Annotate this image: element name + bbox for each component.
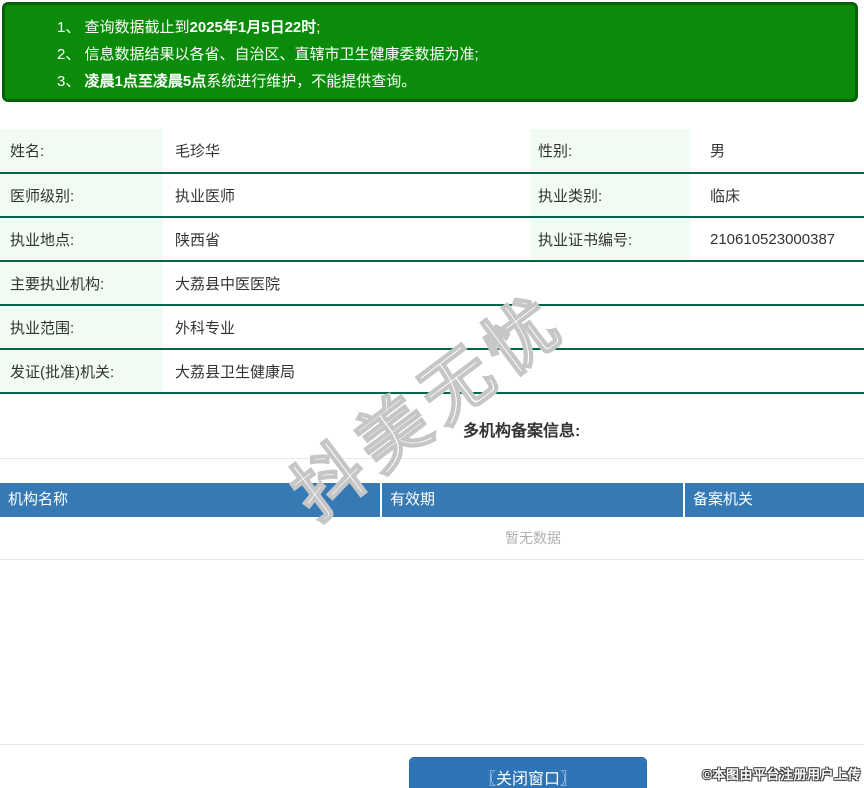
notice-line-1-suffix: ; <box>316 19 321 36</box>
records-empty-row: 暂无数据 <box>0 517 864 560</box>
table-row: 发证(批准)机关: 大荔县卫生健康局 <box>0 349 864 394</box>
certificate-number-value: 210610523000387 <box>690 217 864 262</box>
close-window-button[interactable]: 〖关闭窗口〗 <box>409 757 647 788</box>
name-label: 姓名: <box>0 129 163 174</box>
gender-value: 男 <box>690 129 864 174</box>
name-value: 毛珍华 <box>163 129 530 174</box>
issuing-authority-label: 发证(批准)机关: <box>0 349 163 394</box>
table-row: 医师级别: 执业医师 执业类别: 临床 <box>0 173 864 218</box>
notice-line-3-text: 3、 <box>57 73 85 90</box>
notice-line-3-suffix: 系统进行维护，不能提供查询。 <box>206 73 417 90</box>
column-header-filing-authority: 备案机关 <box>683 483 862 517</box>
notice-line-2: 2、 信息数据结果以各省、自治区、直辖市卫生健康委数据为准; <box>57 41 845 68</box>
practice-category-value: 临床 <box>690 173 864 218</box>
doctor-level-value: 执业医师 <box>163 173 530 218</box>
table-row: 姓名: 毛珍华 性别: 男 <box>0 129 864 174</box>
empty-data-text: 暂无数据 <box>505 530 561 546</box>
notice-line-3-bold: 凌晨1点至凌晨5点 <box>84 73 207 90</box>
practice-scope-label: 执业范围: <box>0 305 163 350</box>
table-row: 执业范围: 外科专业 <box>0 305 864 350</box>
footer-divider <box>0 744 864 745</box>
practice-scope-value: 外科专业 <box>163 305 864 350</box>
notice-line-3: 3、 凌晨1点至凌晨5点系统进行维护，不能提供查询。 <box>57 68 845 95</box>
notice-line-1-text: 1、 查询数据截止到 <box>57 19 190 36</box>
certificate-number-label: 执业证书编号: <box>530 217 690 262</box>
issuing-authority-value: 大荔县卫生健康局 <box>163 349 864 394</box>
table-row: 主要执业机构: 大荔县中医医院 <box>0 261 864 306</box>
gender-label: 性别: <box>530 129 690 174</box>
main-institution-value: 大荔县中医医院 <box>163 261 864 306</box>
main-institution-label: 主要执业机构: <box>0 261 163 306</box>
table-row: 执业地点: 陕西省 执业证书编号: 210610523000387 <box>0 217 864 262</box>
practice-location-label: 执业地点: <box>0 217 163 262</box>
notice-banner: 1、 查询数据截止到2025年1月5日22时; 2、 信息数据结果以各省、自治区… <box>2 2 858 102</box>
notice-line-1-bold: 2025年1月5日22时 <box>189 19 317 36</box>
practice-category-label: 执业类别: <box>530 173 690 218</box>
notice-line-2-text: 2、 信息数据结果以各省、自治区、直辖市卫生健康委数据为准; <box>57 46 479 63</box>
multi-institution-section-title: 多机构备案信息: <box>0 405 864 459</box>
practice-location-value: 陕西省 <box>163 217 530 262</box>
notice-line-1: 1、 查询数据截止到2025年1月5日22时; <box>57 14 845 41</box>
doctor-level-label: 医师级别: <box>0 173 163 218</box>
doctor-license-result-page: 1、 查询数据截止到2025年1月5日22时; 2、 信息数据结果以各省、自治区… <box>0 0 864 788</box>
doctor-info-table: 姓名: 毛珍华 性别: 男 医师级别: 执业医师 执业类别: 临床 执业地点: … <box>0 129 864 394</box>
copyright-watermark-text: ©本图由平台注册用户上传 <box>702 767 861 782</box>
column-header-validity-period: 有效期 <box>380 483 683 517</box>
column-header-institution-name: 机构名称 <box>8 491 69 508</box>
records-table-header: 机构名称 有效期 备案机关 <box>0 483 864 517</box>
section-title-text: 多机构备案信息: <box>463 423 581 440</box>
